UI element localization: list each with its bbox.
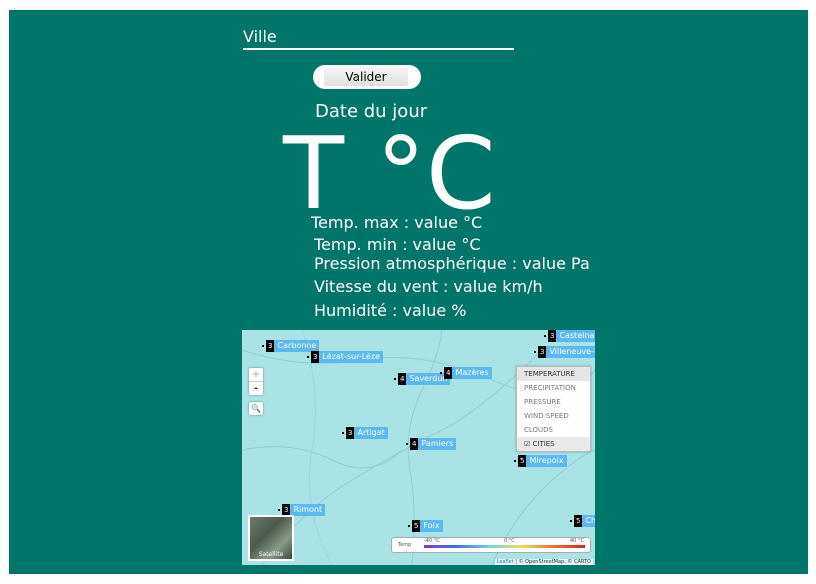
layer-cities[interactable]: ☑ CITIES (517, 437, 590, 451)
satellite-toggle[interactable]: Satellite (248, 515, 294, 561)
legend-gradient (424, 545, 585, 548)
layer-temperature[interactable]: TEMPERATURE (517, 367, 590, 381)
temp-max-label: Temp. max : value °C (311, 213, 483, 232)
leaflet-link[interactable]: Leaflet (497, 559, 514, 565)
wind-label: Vitesse du vent : value km/h (314, 277, 543, 296)
humidity-label: Humidité : value % (314, 301, 467, 320)
zoom-in-button[interactable]: + (249, 368, 263, 382)
city-input[interactable] (243, 24, 514, 50)
pressure-label: Pression atmosphérique : value Pa (314, 254, 590, 273)
legend-max: 40 °C (570, 538, 584, 544)
temp-min-label: Temp. min : value °C (314, 235, 481, 254)
layer-wind-speed[interactable]: WIND SPEED (517, 409, 590, 423)
legend-min: -40 °C (424, 538, 440, 544)
layer-pressure[interactable]: PRESSURE (517, 395, 590, 409)
city-marker[interactable]: 5 Foix (408, 520, 443, 532)
layer-switcher: TEMPERATURE PRECIPITATION PRESSURE WIND … (516, 366, 591, 452)
legend-mid: 0 °C (504, 538, 515, 544)
city-marker[interactable]: 3 Lézat-sur-Lèze (307, 351, 384, 363)
map-attribution: Leaflet | © OpenStreetMap, © CARTO (494, 559, 593, 565)
city-marker[interactable]: 5 Ch (570, 515, 595, 527)
temperature-legend: Temp -40 °C 0 °C 40 °C (391, 537, 591, 553)
city-marker[interactable]: 3 Castelna (544, 330, 595, 342)
city-marker[interactable]: 4 Pamiers (406, 438, 457, 450)
city-marker[interactable]: 5 Mirepoix (514, 455, 567, 467)
search-icon[interactable]: 🔍 (249, 402, 263, 415)
checkbox-icon: ☑ (524, 440, 533, 448)
zoom-out-button[interactable]: - (249, 382, 263, 395)
city-marker[interactable]: 3 Artigat (342, 427, 388, 439)
city-marker[interactable]: 4 Mazères (440, 367, 492, 379)
layer-clouds[interactable]: CLOUDS (517, 423, 590, 437)
weather-map[interactable]: 3 Carbonne 3 Lézat-sur-Lèze 4 Saverdun 4 Maz… (242, 330, 595, 565)
zoom-control: + - (249, 368, 263, 395)
legend-label: Temp (398, 542, 412, 548)
satellite-label: Satellite (258, 551, 284, 558)
city-marker[interactable]: 3 Villeneuve-l (534, 346, 595, 358)
layer-precipitation[interactable]: PRECIPITATION (517, 381, 590, 395)
submit-button-label: Valider (324, 68, 408, 86)
submit-button[interactable]: Valider (313, 65, 421, 89)
